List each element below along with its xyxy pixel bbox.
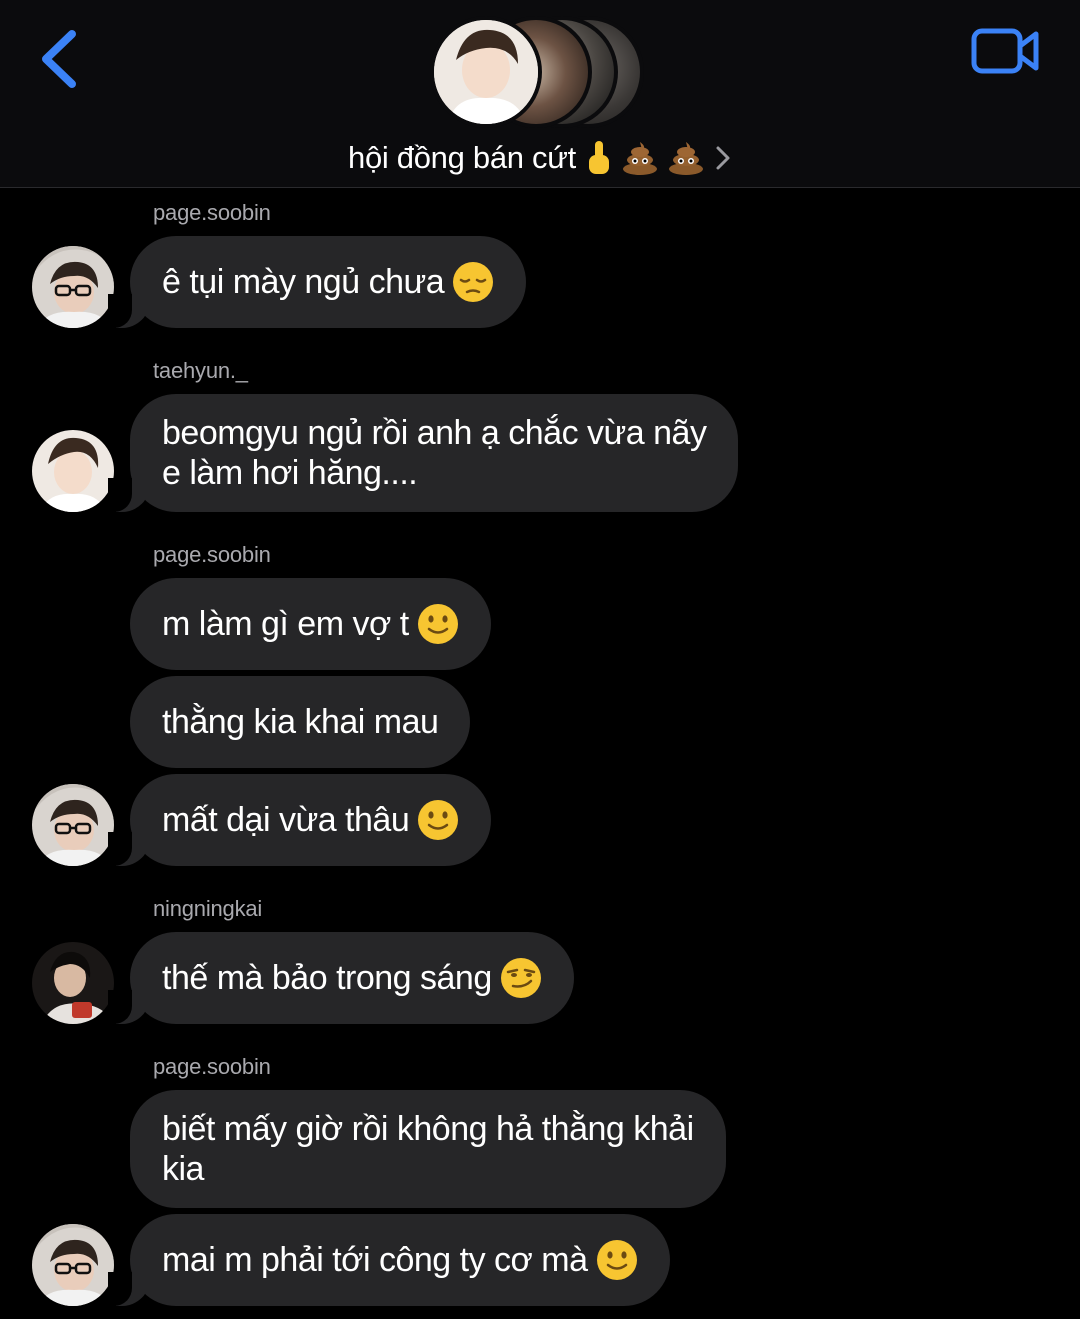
middle-finger-emoji (588, 141, 609, 174)
message-bubble[interactable]: ê tụi mày ngủ chưa (107, 236, 527, 328)
message-text-line: e làm hơi hăng.... (162, 454, 418, 492)
chat-header: hội đồng bán cứt (0, 0, 1080, 188)
group-avatar-stack[interactable] (430, 16, 650, 128)
message-bubble[interactable]: mất dại vừa thâu (107, 774, 492, 866)
message-text: mai m phải tới công ty cơ mà (162, 1241, 588, 1279)
group-member-avatar (430, 16, 542, 128)
slightly-smiling-face-emoji (417, 604, 458, 644)
message-text: m làm gì em vợ t (162, 605, 409, 643)
sender-name: page.soobin (153, 1054, 271, 1079)
message-text: thế mà bảo trong sáng (162, 959, 492, 997)
video-call-button[interactable] (970, 26, 1042, 76)
message-text: mất dại vừa thâu (162, 801, 410, 839)
message-text-line: beomgyu ngủ rồi anh ạ chắc vừa nãy (162, 414, 707, 452)
poop-emoji (668, 142, 703, 175)
slightly-smiling-face-emoji (418, 800, 459, 840)
sender-avatar[interactable] (32, 1224, 114, 1306)
sender-avatar[interactable] (32, 942, 114, 1024)
chat-screen: hội đồng bán cứt page.soobin ê tụi mày n… (0, 0, 1080, 1319)
pensive-face-emoji (453, 262, 494, 302)
poop-emoji (622, 142, 657, 175)
group-title: hội đồng bán cứt (348, 140, 576, 175)
message-bubble[interactable]: thế mà bảo trong sáng (108, 932, 574, 1024)
sender-name: ningningkai (153, 896, 263, 921)
sender-avatar[interactable] (32, 246, 114, 328)
group-title-button[interactable]: hội đồng bán cứt (0, 136, 1080, 180)
sender-avatar[interactable] (32, 784, 114, 866)
slightly-smiling-face-emoji (596, 1240, 637, 1280)
video-call-icon (971, 28, 1039, 74)
sender-name: page.soobin (153, 542, 271, 567)
sender-name: page.soobin (153, 200, 271, 225)
message-text-line: biết mấy giờ rồi không hả thằng khải (162, 1110, 694, 1148)
message-bubble[interactable]: m làm gì em vợ t (130, 578, 491, 670)
message-bubble[interactable]: beomgyu ngủ rồi anh ạ chắc vừa nãy e làm… (107, 394, 739, 512)
message-bubble[interactable]: thằng kia khai mau (130, 676, 471, 768)
smirking-face-emoji (500, 958, 541, 998)
message-text-line: kia (162, 1150, 204, 1188)
chevron-right-icon (716, 146, 730, 170)
message-bubble[interactable]: biết mấy giờ rồi không hả thằng khải kia (130, 1090, 726, 1208)
back-button[interactable] (30, 22, 90, 94)
sender-avatar[interactable] (32, 430, 114, 512)
sender-name: taehyun._ (153, 358, 248, 383)
message-text: thằng kia khai mau (162, 703, 439, 741)
back-chevron-icon (42, 30, 76, 88)
message-bubble[interactable]: mai m phải tới công ty cơ mà (108, 1214, 670, 1306)
message-text: ê tụi mày ngủ chưa (162, 263, 445, 301)
